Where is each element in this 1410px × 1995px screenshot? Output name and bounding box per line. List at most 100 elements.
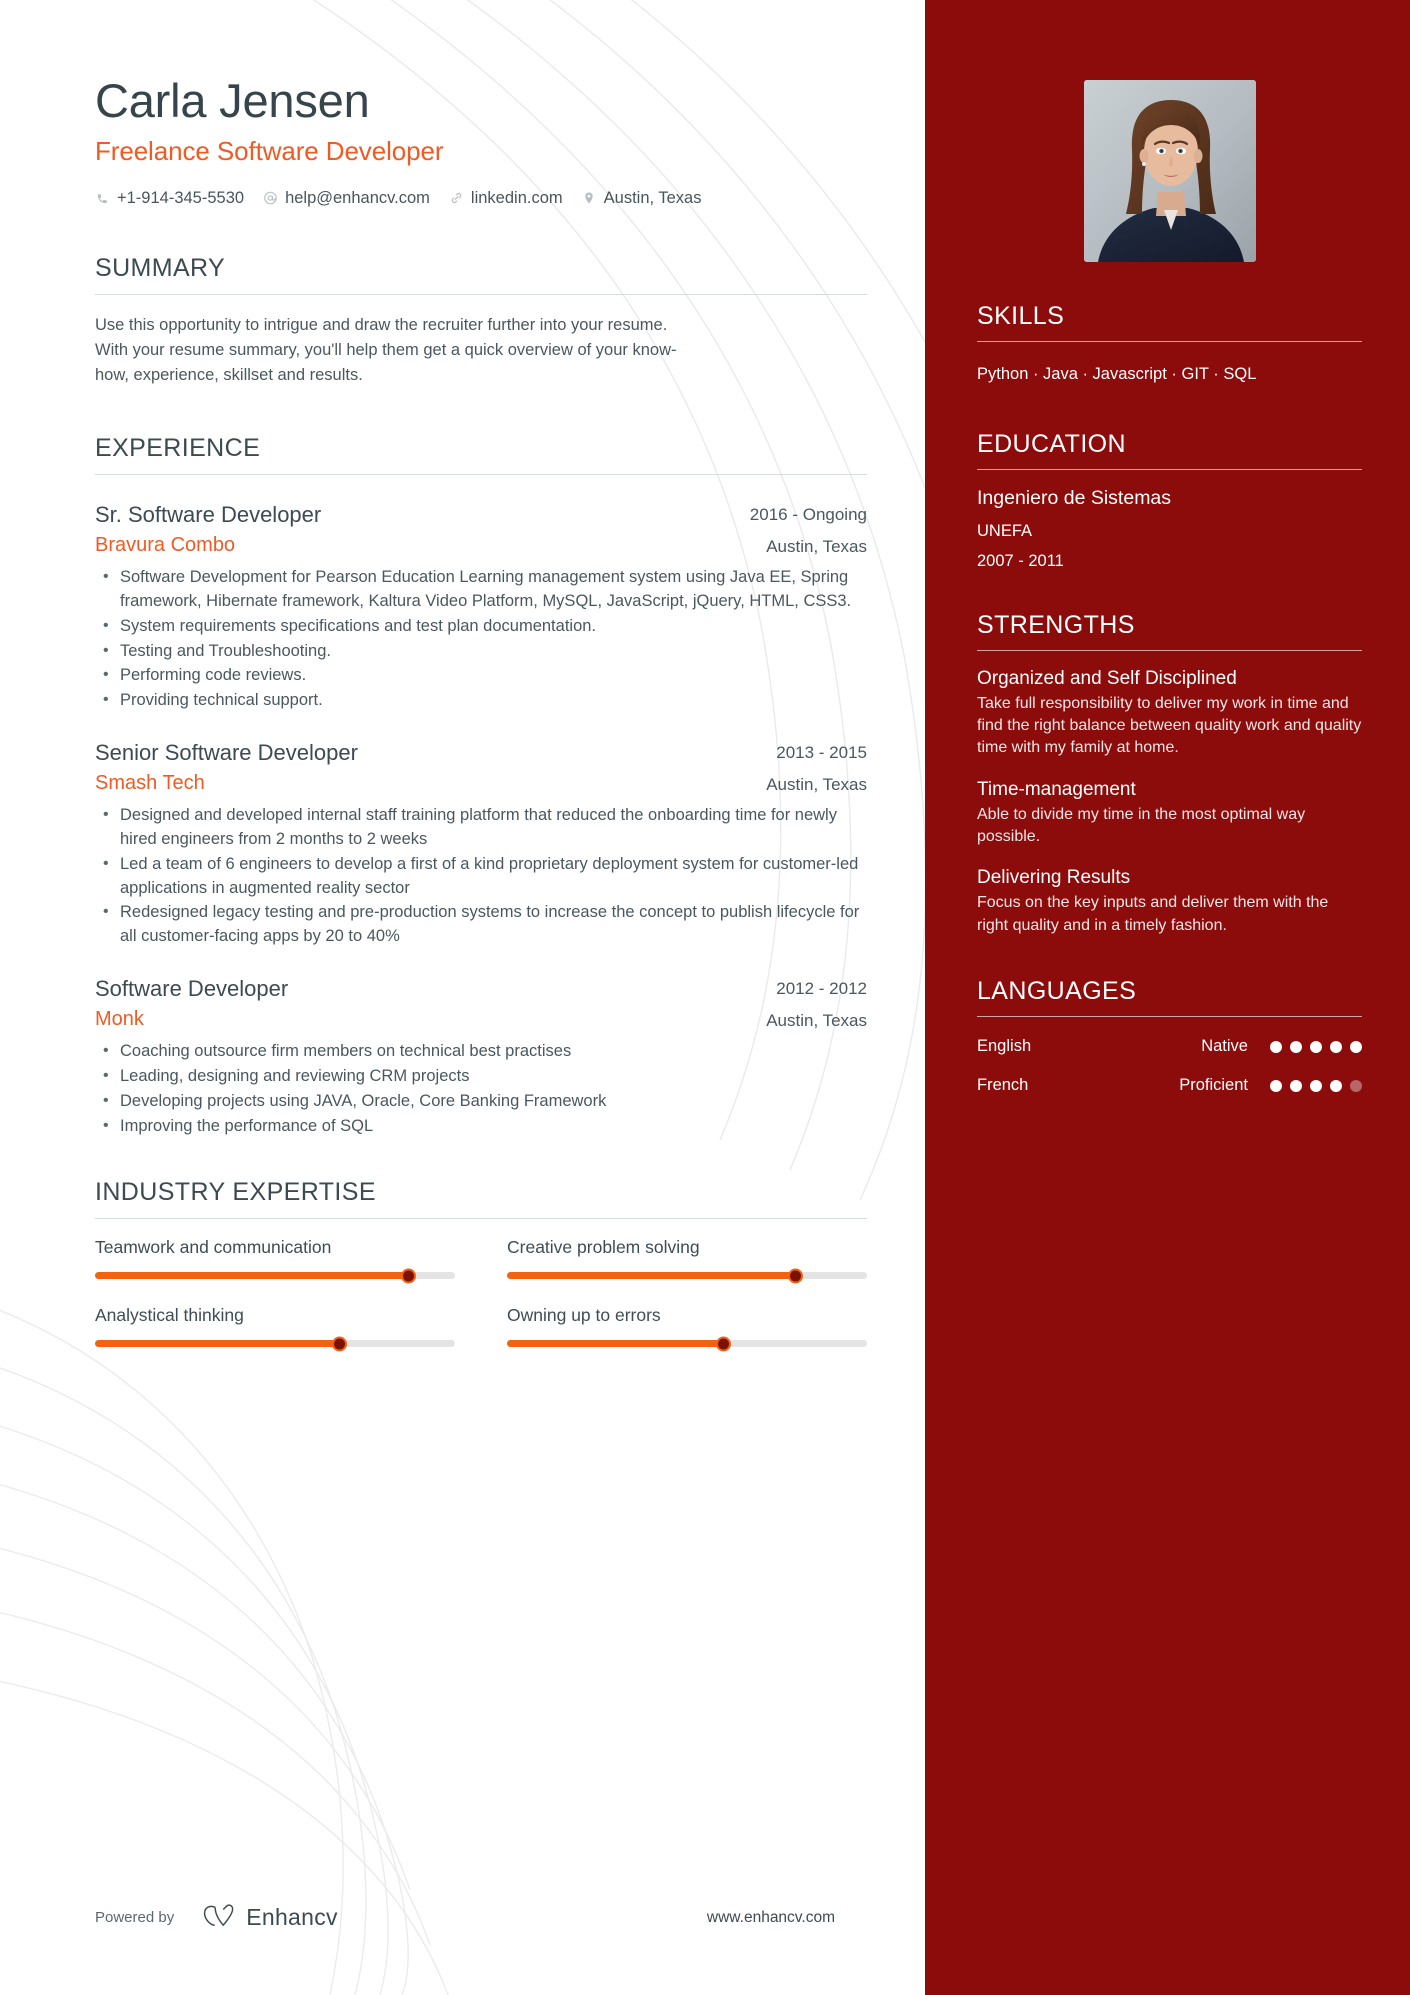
contact-email[interactable]: help@enhancv.com	[263, 189, 430, 208]
job-bullet: Performing code reviews.	[95, 663, 865, 688]
rating-dot-filled	[1310, 1040, 1322, 1053]
education-school: UNEFA	[977, 521, 1033, 540]
job-dates: 2013 - 2015	[776, 742, 867, 762]
expertise-label: Teamwork and communication	[95, 1237, 332, 1258]
rating-dot-filled	[1290, 1079, 1302, 1092]
rating-dot-filled	[1310, 1079, 1322, 1092]
job-location: Austin, Texas	[766, 775, 867, 795]
skills-divider	[977, 341, 1362, 342]
language-rating	[1270, 1040, 1362, 1053]
slider-thumb[interactable]	[332, 1336, 348, 1352]
education-degree: Ingeniero de Sistemas	[977, 486, 1172, 509]
sidebar: SKILLS Python · Java · Javascript · GIT …	[925, 0, 1410, 1995]
education-heading: EDUCATION	[977, 429, 1126, 458]
job-role: Sr. Software Developer	[95, 501, 322, 527]
strengths-section: STRENGTHS Organized and Self Disciplined…	[977, 611, 1362, 938]
avatar-wrap	[977, 80, 1362, 262]
rating-dot-filled	[1350, 1040, 1362, 1053]
job-location: Austin, Texas	[766, 1011, 867, 1031]
resume-page: Carla Jensen Freelance Software Develope…	[0, 0, 1410, 1995]
language-rating	[1270, 1079, 1362, 1092]
experience-divider	[95, 473, 867, 475]
expertise-grid: Teamwork and communication Creative prob…	[95, 1237, 867, 1352]
rating-dot-filled	[1330, 1040, 1342, 1053]
strength-name: Time-management	[977, 778, 1136, 800]
job-bullet-list: Designed and developed internal staff tr…	[95, 803, 867, 949]
language-item: French Proficient	[977, 1076, 1362, 1095]
expertise-item: Owning up to errors	[507, 1305, 867, 1352]
summary-section: SUMMARY Use this opportunity to intrigue…	[95, 254, 867, 388]
skills-section: SKILLS Python · Java · Javascript · GIT …	[977, 302, 1362, 390]
experience-entry: Software Developer 2012 - 2012 Monk Aust…	[95, 975, 867, 1139]
brand-logo[interactable]: Enhancv	[202, 1902, 338, 1933]
contact-link[interactable]: linkedin.com	[449, 189, 563, 208]
education-divider	[977, 468, 1362, 470]
contact-link-value: linkedin.com	[470, 188, 563, 207]
job-role: Software Developer	[95, 975, 289, 1001]
contact-email-value: help@enhancv.com	[285, 188, 430, 207]
expertise-slider[interactable]	[95, 1336, 455, 1352]
footer-url[interactable]: www.enhancv.com	[707, 1909, 835, 1927]
contact-phone-value: +1-914-345-5530	[117, 188, 245, 207]
language-level: Native	[1201, 1037, 1248, 1056]
slider-fill	[507, 1340, 723, 1348]
job-bullet: Providing technical support.	[95, 688, 865, 713]
slider-fill	[95, 1272, 409, 1280]
expertise-item: Creative problem solving	[507, 1237, 867, 1284]
language-name: English	[977, 1037, 1032, 1056]
expertise-slider[interactable]	[507, 1336, 867, 1352]
contact-location: Austin, Texas	[582, 188, 702, 208]
page-title: Carla Jensen	[95, 74, 370, 127]
strength-item: Time-management Able to divide my time i…	[977, 779, 1362, 849]
slider-fill	[95, 1340, 340, 1348]
slider-thumb[interactable]	[787, 1268, 803, 1284]
job-bullet: Improving the performance of SQL	[95, 1114, 865, 1139]
contact-location-value: Austin, Texas	[603, 188, 702, 207]
expertise-slider[interactable]	[507, 1268, 867, 1284]
strengths-divider	[977, 649, 1362, 651]
strength-item: Organized and Self Disciplined Take full…	[977, 668, 1362, 760]
job-dates: 2012 - 2012	[776, 978, 867, 998]
contact-phone[interactable]: +1-914-345-5530	[95, 189, 244, 208]
rating-dot-filled	[1330, 1079, 1342, 1092]
industry-expertise-divider	[95, 1218, 867, 1220]
experience-entry: Senior Software Developer 2013 - 2015 Sm…	[95, 739, 867, 949]
job-company: Smash Tech	[95, 772, 205, 795]
slider-thumb[interactable]	[400, 1268, 416, 1284]
strength-description: Take full responsibility to deliver my w…	[977, 694, 1362, 757]
strength-name: Delivering Results	[977, 867, 1131, 889]
summary-divider	[95, 293, 867, 295]
skills-heading: SKILLS	[977, 302, 1065, 330]
rating-dot-filled	[1270, 1079, 1282, 1092]
job-bullet: Leading, designing and reviewing CRM pro…	[95, 1064, 865, 1089]
brand-name: Enhancv	[246, 1904, 338, 1930]
avatar	[1083, 80, 1256, 262]
strengths-heading: STRENGTHS	[977, 610, 1135, 639]
industry-expertise-heading: INDUSTRY EXPERTISE	[95, 1178, 376, 1207]
powered-by-label: Powered by	[95, 1909, 175, 1926]
job-bullet: Designed and developed internal staff tr…	[95, 803, 865, 852]
language-name: French	[977, 1076, 1029, 1095]
expertise-label: Analystical thinking	[95, 1305, 244, 1326]
skills-list: Python · Java · Javascript · GIT · SQL	[977, 365, 1257, 383]
job-bullet: Led a team of 6 engineers to develop a f…	[95, 852, 865, 901]
job-bullet: Testing and Troubleshooting.	[95, 639, 865, 664]
location-pin-icon	[582, 191, 597, 206]
job-bullet: Software Development for Pearson Educati…	[95, 565, 865, 614]
slider-thumb[interactable]	[715, 1336, 731, 1352]
expertise-slider[interactable]	[95, 1268, 455, 1284]
expertise-item: Analystical thinking	[95, 1305, 455, 1352]
email-icon	[263, 191, 278, 206]
languages-section: LANGUAGES English Native French Proficie…	[977, 977, 1362, 1095]
headline-job-title: Freelance Software Developer	[95, 135, 444, 166]
job-role: Senior Software Developer	[95, 739, 358, 765]
experience-section: EXPERIENCE Sr. Software Developer 2016 -…	[95, 434, 867, 1139]
job-dates: 2016 - Ongoing	[749, 504, 867, 524]
job-bullet-list: Coaching outsource firm members on techn…	[95, 1039, 867, 1139]
education-years: 2007 - 2011	[977, 551, 1064, 570]
rating-dot-filled	[1290, 1040, 1302, 1053]
avatar-illustration-icon	[1083, 80, 1256, 262]
job-bullet-list: Software Development for Pearson Educati…	[95, 565, 867, 713]
expertise-label: Creative problem solving	[507, 1237, 700, 1258]
summary-heading: SUMMARY	[95, 253, 226, 282]
